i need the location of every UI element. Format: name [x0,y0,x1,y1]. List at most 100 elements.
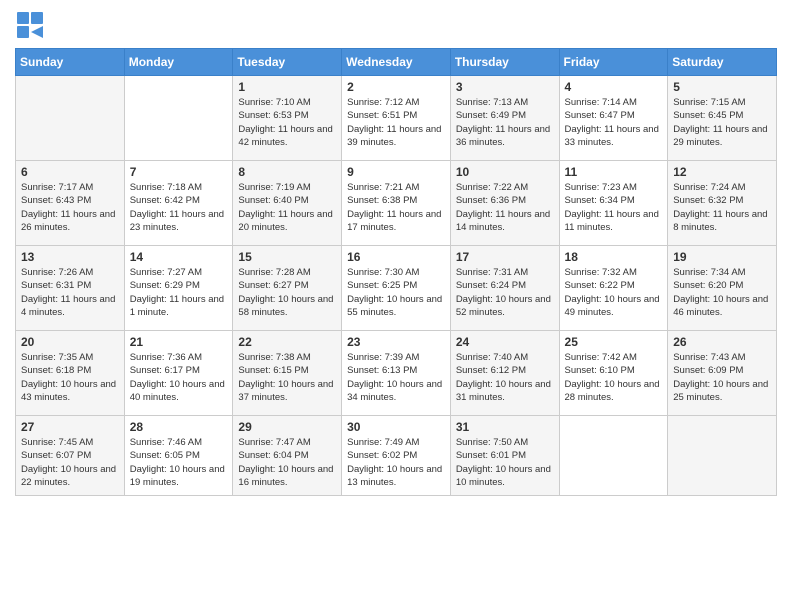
calendar-cell: 21 Sunrise: 7:36 AM Sunset: 6:17 PM Dayli… [124,331,233,416]
day-number: 24 [456,335,554,349]
day-info: Sunrise: 7:39 AM Sunset: 6:13 PM Dayligh… [347,351,445,404]
calendar-cell: 24 Sunrise: 7:40 AM Sunset: 6:12 PM Dayli… [450,331,559,416]
day-number: 19 [673,250,771,264]
day-number: 23 [347,335,445,349]
day-number: 12 [673,165,771,179]
calendar-cell: 22 Sunrise: 7:38 AM Sunset: 6:15 PM Dayli… [233,331,342,416]
day-info: Sunrise: 7:17 AM Sunset: 6:43 PM Dayligh… [21,181,119,234]
day-info: Sunrise: 7:40 AM Sunset: 6:12 PM Dayligh… [456,351,554,404]
day-number: 9 [347,165,445,179]
calendar-cell: 1Sunrise: 7:10 AM Sunset: 6:53 PM Daylig… [233,76,342,161]
day-number: 7 [130,165,228,179]
day-info: Sunrise: 7:23 AM Sunset: 6:34 PM Dayligh… [565,181,663,234]
day-info: Sunrise: 7:12 AM Sunset: 6:51 PM Dayligh… [347,96,445,149]
page-header [15,10,777,40]
day-header-monday: Monday [124,49,233,76]
calendar-cell: 29 Sunrise: 7:47 AM Sunset: 6:04 PM Dayli… [233,416,342,496]
day-number: 28 [130,420,228,434]
calendar-cell: 6 Sunrise: 7:17 AM Sunset: 6:43 PM Daylig… [16,161,125,246]
day-number: 20 [21,335,119,349]
calendar-cell [668,416,777,496]
calendar-cell: 16 Sunrise: 7:30 AM Sunset: 6:25 PM Dayli… [342,246,451,331]
day-number: 10 [456,165,554,179]
calendar-cell: 18 Sunrise: 7:32 AM Sunset: 6:22 PM Dayli… [559,246,668,331]
day-number: 13 [21,250,119,264]
day-number: 3 [456,80,554,94]
calendar-cell: 15 Sunrise: 7:28 AM Sunset: 6:27 PM Dayli… [233,246,342,331]
week-row-3: 13Sunrise: 7:26 AM Sunset: 6:31 PM Dayli… [16,246,777,331]
day-number: 25 [565,335,663,349]
calendar-cell: 26 Sunrise: 7:43 AM Sunset: 6:09 PM Dayli… [668,331,777,416]
day-info: Sunrise: 7:31 AM Sunset: 6:24 PM Dayligh… [456,266,554,319]
day-header-friday: Friday [559,49,668,76]
calendar-cell: 28 Sunrise: 7:46 AM Sunset: 6:05 PM Dayli… [124,416,233,496]
day-info: Sunrise: 7:35 AM Sunset: 6:18 PM Dayligh… [21,351,119,404]
day-info: Sunrise: 7:27 AM Sunset: 6:29 PM Dayligh… [130,266,228,319]
calendar-cell: 4 Sunrise: 7:14 AM Sunset: 6:47 PM Daylig… [559,76,668,161]
day-number: 16 [347,250,445,264]
day-info: Sunrise: 7:36 AM Sunset: 6:17 PM Dayligh… [130,351,228,404]
day-number: 18 [565,250,663,264]
calendar-cell: 5Sunrise: 7:15 AM Sunset: 6:45 PM Daylig… [668,76,777,161]
day-info: Sunrise: 7:24 AM Sunset: 6:32 PM Dayligh… [673,181,771,234]
day-number: 26 [673,335,771,349]
day-header-thursday: Thursday [450,49,559,76]
calendar-cell: 20 Sunrise: 7:35 AM Sunset: 6:18 PM Dayli… [16,331,125,416]
day-number: 4 [565,80,663,94]
day-number: 15 [238,250,336,264]
day-number: 21 [130,335,228,349]
day-header-wednesday: Wednesday [342,49,451,76]
day-number: 6 [21,165,119,179]
day-info: Sunrise: 7:21 AM Sunset: 6:38 PM Dayligh… [347,181,445,234]
calendar-cell: 7 Sunrise: 7:18 AM Sunset: 6:42 PM Daylig… [124,161,233,246]
day-header-sunday: Sunday [16,49,125,76]
day-number: 14 [130,250,228,264]
calendar-cell: 17 Sunrise: 7:31 AM Sunset: 6:24 PM Dayli… [450,246,559,331]
day-info: Sunrise: 7:18 AM Sunset: 6:42 PM Dayligh… [130,181,228,234]
week-row-2: 6 Sunrise: 7:17 AM Sunset: 6:43 PM Daylig… [16,161,777,246]
day-info: Sunrise: 7:43 AM Sunset: 6:09 PM Dayligh… [673,351,771,404]
calendar-cell: 30Sunrise: 7:49 AM Sunset: 6:02 PM Dayli… [342,416,451,496]
day-number: 1 [238,80,336,94]
logo-icon [15,10,45,40]
day-number: 17 [456,250,554,264]
calendar-cell: 23 Sunrise: 7:39 AM Sunset: 6:13 PM Dayli… [342,331,451,416]
calendar-cell: 2 Sunrise: 7:12 AM Sunset: 6:51 PM Daylig… [342,76,451,161]
calendar-cell: 31 Sunrise: 7:50 AM Sunset: 6:01 PM Dayli… [450,416,559,496]
calendar-cell [559,416,668,496]
calendar-cell [16,76,125,161]
calendar-header-row: SundayMondayTuesdayWednesdayThursdayFrid… [16,49,777,76]
calendar-cell: 25 Sunrise: 7:42 AM Sunset: 6:10 PM Dayli… [559,331,668,416]
day-number: 2 [347,80,445,94]
calendar-cell: 9 Sunrise: 7:21 AM Sunset: 6:38 PM Daylig… [342,161,451,246]
day-info: Sunrise: 7:47 AM Sunset: 6:04 PM Dayligh… [238,436,336,489]
day-info: Sunrise: 7:50 AM Sunset: 6:01 PM Dayligh… [456,436,554,489]
week-row-1: 1Sunrise: 7:10 AM Sunset: 6:53 PM Daylig… [16,76,777,161]
day-number: 31 [456,420,554,434]
day-info: Sunrise: 7:46 AM Sunset: 6:05 PM Dayligh… [130,436,228,489]
calendar-cell: 12 Sunrise: 7:24 AM Sunset: 6:32 PM Dayli… [668,161,777,246]
calendar-table: SundayMondayTuesdayWednesdayThursdayFrid… [15,48,777,496]
calendar-cell: 14 Sunrise: 7:27 AM Sunset: 6:29 PM Dayli… [124,246,233,331]
day-info: Sunrise: 7:28 AM Sunset: 6:27 PM Dayligh… [238,266,336,319]
day-info: Sunrise: 7:14 AM Sunset: 6:47 PM Dayligh… [565,96,663,149]
day-number: 22 [238,335,336,349]
day-number: 29 [238,420,336,434]
day-info: Sunrise: 7:30 AM Sunset: 6:25 PM Dayligh… [347,266,445,319]
day-info: Sunrise: 7:38 AM Sunset: 6:15 PM Dayligh… [238,351,336,404]
day-number: 27 [21,420,119,434]
week-row-4: 20 Sunrise: 7:35 AM Sunset: 6:18 PM Dayli… [16,331,777,416]
logo [15,10,49,40]
calendar-cell: 10Sunrise: 7:22 AM Sunset: 6:36 PM Dayli… [450,161,559,246]
week-row-5: 27 Sunrise: 7:45 AM Sunset: 6:07 PM Dayli… [16,416,777,496]
day-header-tuesday: Tuesday [233,49,342,76]
calendar-cell: 8Sunrise: 7:19 AM Sunset: 6:40 PM Daylig… [233,161,342,246]
day-info: Sunrise: 7:49 AM Sunset: 6:02 PM Dayligh… [347,436,445,489]
day-info: Sunrise: 7:42 AM Sunset: 6:10 PM Dayligh… [565,351,663,404]
calendar-cell: 3Sunrise: 7:13 AM Sunset: 6:49 PM Daylig… [450,76,559,161]
day-info: Sunrise: 7:45 AM Sunset: 6:07 PM Dayligh… [21,436,119,489]
day-info: Sunrise: 7:15 AM Sunset: 6:45 PM Dayligh… [673,96,771,149]
day-info: Sunrise: 7:32 AM Sunset: 6:22 PM Dayligh… [565,266,663,319]
day-header-saturday: Saturday [668,49,777,76]
calendar-cell: 27 Sunrise: 7:45 AM Sunset: 6:07 PM Dayli… [16,416,125,496]
